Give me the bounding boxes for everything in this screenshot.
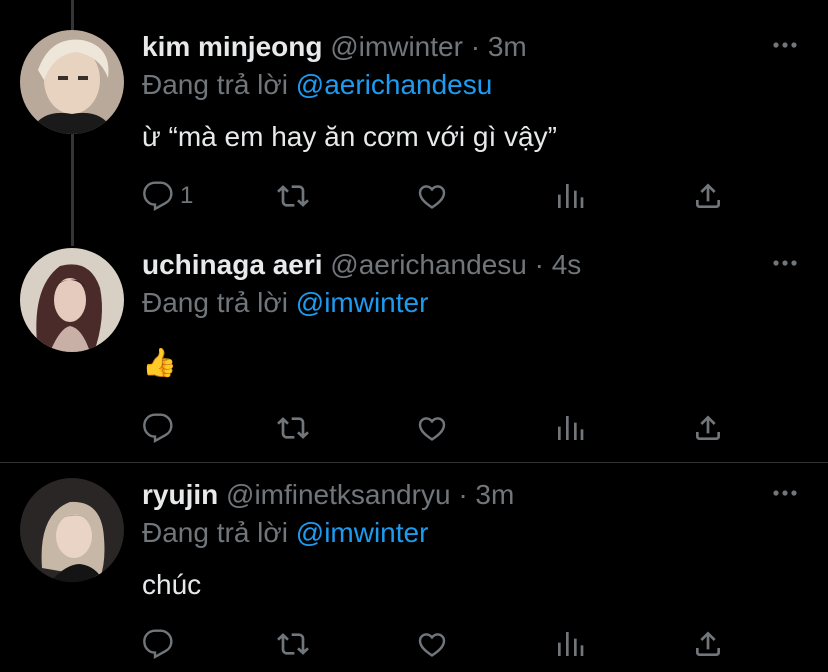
replying-to-label: Đang trả lời <box>142 517 288 548</box>
tweet[interactable]: uchinaga aeri @aerichandesu · 4s Đang tr… <box>0 248 828 448</box>
more-icon[interactable] <box>772 250 798 276</box>
tweet-text: chúc <box>142 569 202 600</box>
tweet-text: 👍 <box>142 347 177 378</box>
share-button[interactable] <box>692 408 724 448</box>
reply-icon <box>143 629 173 659</box>
replying-to: Đang trả lời @imwinter <box>142 516 428 550</box>
author-handle[interactable]: @aerichandesu <box>330 249 527 280</box>
share-button[interactable] <box>692 624 724 664</box>
analytics-icon <box>558 184 584 208</box>
analytics-button[interactable] <box>554 408 586 448</box>
author-handle[interactable]: @imfinetksandryu <box>226 479 451 510</box>
like-icon <box>418 417 446 441</box>
tweet[interactable]: ryujin @imfinetksandryu · 3m Đang trả lờ… <box>0 478 828 672</box>
analytics-icon <box>558 632 584 656</box>
retweet-icon <box>277 185 309 207</box>
reply-count: 1 <box>180 182 194 209</box>
reply-button[interactable] <box>142 624 180 664</box>
mention-link[interactable]: @imwinter <box>296 287 429 318</box>
analytics-icon <box>558 416 584 440</box>
mention-link[interactable]: @aerichandesu <box>296 69 493 100</box>
replying-to-label: Đang trả lời <box>142 287 288 318</box>
share-icon <box>696 183 720 208</box>
reply-icon <box>143 181 173 211</box>
thread-line-top <box>71 0 74 32</box>
timestamp[interactable]: 3m <box>475 479 514 510</box>
avatar[interactable] <box>20 478 124 582</box>
timestamp[interactable]: 3m <box>488 31 527 62</box>
tweet-text: ừ “mà em hay ăn cơm với gì vậy” <box>142 121 557 152</box>
like-button[interactable] <box>416 408 448 448</box>
more-icon[interactable] <box>772 480 798 506</box>
tweet[interactable]: kim minjeong @imwinter · 3m Đang trả lời… <box>0 30 828 220</box>
retweet-button[interactable] <box>277 408 309 448</box>
tweet-divider <box>0 462 828 463</box>
avatar[interactable] <box>20 248 124 352</box>
replying-to-label: Đang trả lời <box>142 69 288 100</box>
share-icon <box>696 415 720 440</box>
like-button[interactable] <box>416 624 448 664</box>
retweet-button[interactable] <box>277 624 309 664</box>
timestamp[interactable]: 4s <box>552 249 582 280</box>
analytics-button[interactable] <box>554 176 586 216</box>
tweet-header: uchinaga aeri @aerichandesu · 4s <box>142 248 581 282</box>
like-button[interactable] <box>416 176 448 216</box>
tweet-header: kim minjeong @imwinter · 3m <box>142 30 527 64</box>
retweet-icon <box>277 417 309 439</box>
reply-icon <box>143 413 173 443</box>
tweet-header: ryujin @imfinetksandryu · 3m <box>142 478 514 512</box>
more-icon[interactable] <box>772 32 798 58</box>
avatar[interactable] <box>20 30 124 134</box>
separator: · <box>470 31 481 62</box>
retweet-button[interactable] <box>277 176 309 216</box>
tweet-actions: 1 <box>142 176 742 216</box>
tweet-actions <box>142 624 742 664</box>
mention-link[interactable]: @imwinter <box>296 517 429 548</box>
like-icon <box>418 633 446 657</box>
replying-to: Đang trả lời @aerichandesu <box>142 68 492 102</box>
reply-button[interactable] <box>142 408 180 448</box>
separator: · <box>534 249 544 280</box>
replying-to: Đang trả lời @imwinter <box>142 286 428 320</box>
retweet-icon <box>277 633 309 655</box>
share-button[interactable] <box>692 176 724 216</box>
author-name[interactable]: kim minjeong <box>142 31 322 62</box>
tweet-actions <box>142 408 742 448</box>
author-handle[interactable]: @imwinter <box>330 31 463 62</box>
like-icon <box>418 185 446 209</box>
analytics-button[interactable] <box>554 624 586 664</box>
share-icon <box>696 631 720 656</box>
reply-button[interactable]: 1 <box>142 176 193 216</box>
separator: · <box>458 479 468 510</box>
author-name[interactable]: ryujin <box>142 479 218 510</box>
author-name[interactable]: uchinaga aeri <box>142 249 323 280</box>
